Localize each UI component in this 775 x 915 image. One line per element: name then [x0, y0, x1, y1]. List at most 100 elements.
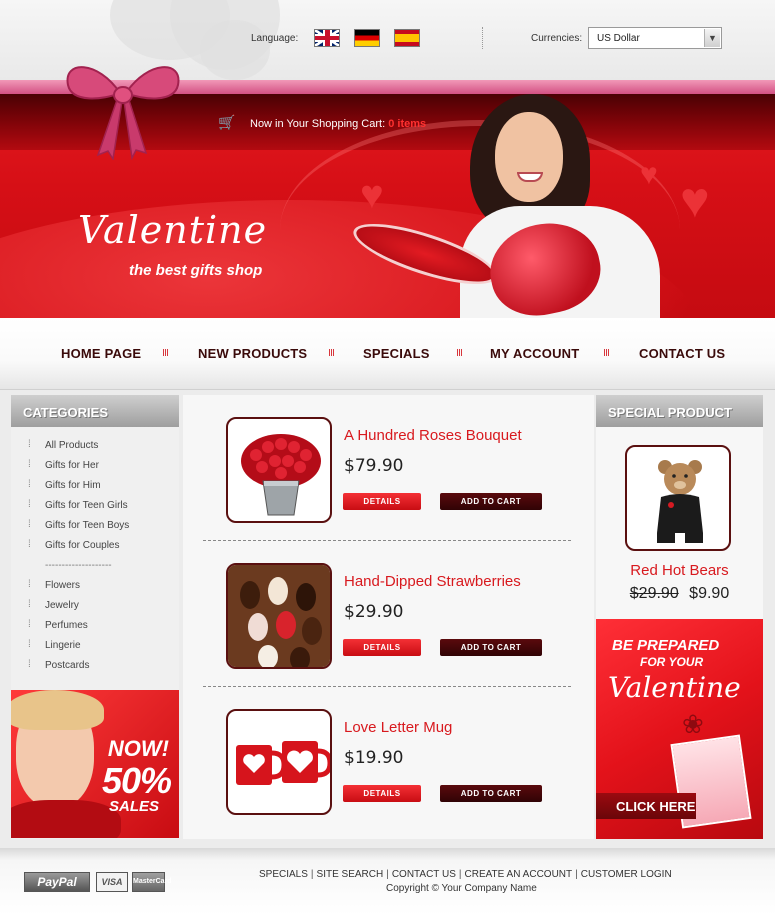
promo-now-text: NOW! [107, 736, 169, 761]
product-price: $79.90 [344, 456, 404, 476]
product-name[interactable]: A Hundred Roses Bouquet [344, 427, 522, 444]
paypal-logo-icon: PayPal [24, 872, 90, 892]
product-image-strawberries[interactable] [226, 563, 332, 669]
sale-promo-banner[interactable]: NOW! 50% SALES [11, 690, 179, 838]
currency-selected-value: US Dollar [597, 33, 640, 44]
product-card: Love Letter Mug $19.90 DETAILS ADD TO CA… [183, 687, 594, 833]
promo-percent-text: 50% [101, 760, 172, 801]
category-item[interactable]: All Products [28, 435, 179, 456]
category-separator: -------------------- [45, 560, 112, 571]
love-mugs-icon [236, 741, 330, 785]
spain-flag-icon[interactable] [394, 29, 420, 47]
nav-my-account[interactable]: MY ACCOUNT [490, 346, 579, 361]
cart-item-count[interactable]: 0 items [388, 118, 426, 130]
footer-pipe: | [386, 869, 389, 880]
valentine-promo-banner[interactable]: BE PREPARED FOR YOUR Valentine ❀ CLICK H… [596, 619, 763, 839]
nav-separator [329, 349, 334, 356]
banner-subtitle: the best gifts shop [129, 262, 263, 279]
woman-with-heart-box-image [347, 94, 660, 318]
ribbon-bow-icon [66, 66, 180, 160]
old-price: $29.90 [629, 585, 679, 602]
special-product-name[interactable]: Red Hot Bears [596, 562, 763, 579]
product-list: A Hundred Roses Bouquet $79.90 DETAILS A… [183, 395, 594, 839]
product-card: A Hundred Roses Bouquet $79.90 DETAILS A… [183, 395, 594, 541]
shopping-cart-icon[interactable]: 🛒 [218, 114, 235, 130]
roses-bouquet-icon [241, 434, 321, 516]
category-item[interactable]: Jewelry [28, 595, 179, 616]
germany-flag-icon[interactable] [354, 29, 380, 47]
currency-select[interactable]: US Dollar ▼ [588, 27, 722, 49]
add-to-cart-button[interactable]: ADD TO CART [440, 493, 542, 510]
footer-link-site-search[interactable]: SITE SEARCH [317, 869, 384, 880]
main-navigation: HOME PAGE NEW PRODUCTS SPECIALS MY ACCOU… [0, 318, 775, 390]
footer-link-create-account[interactable]: CREATE AN ACCOUNT [465, 869, 573, 880]
woman-face [495, 112, 563, 202]
rose-icon: ❀ [682, 709, 704, 739]
add-to-cart-button[interactable]: ADD TO CART [440, 639, 542, 656]
add-to-cart-button[interactable]: ADD TO CART [440, 785, 542, 802]
details-button[interactable]: DETAILS [343, 785, 421, 802]
promo-model-hair [11, 690, 104, 730]
cart-status-label: Now in Your Shopping Cart: [250, 118, 386, 130]
category-item[interactable]: Flowers [28, 575, 179, 596]
promo-sales-text: SALES [108, 798, 159, 815]
footer-link-contact-us[interactable]: CONTACT US [392, 869, 456, 880]
promo-script-title: Valentine [608, 671, 741, 704]
special-product-sidebar: SPECIAL PRODUCT Red Hot Bears $29.90 $9.… [596, 395, 763, 839]
product-image-roses[interactable] [226, 417, 332, 523]
category-item[interactable]: Gifts for Him [28, 475, 179, 496]
visa-logo-icon: VISA [96, 872, 128, 892]
footer-pipe: | [575, 869, 578, 880]
language-label: Language: [251, 33, 299, 44]
product-name[interactable]: Hand-Dipped Strawberries [344, 573, 521, 590]
promo-model-sweater [11, 800, 121, 838]
category-item[interactable]: Gifts for Her [28, 455, 179, 476]
product-image-mug[interactable] [226, 709, 332, 815]
details-button[interactable]: DETAILS [343, 493, 421, 510]
footer-link-customer-login[interactable]: CUSTOMER LOGIN [581, 869, 672, 880]
details-button[interactable]: DETAILS [343, 639, 421, 656]
cart-status[interactable]: Now in Your Shopping Cart: 0 items [250, 118, 426, 130]
footer-pipe: | [458, 869, 462, 880]
category-item[interactable]: Gifts for Teen Girls [28, 495, 179, 516]
mastercard-logo-icon: MasterCard [132, 872, 172, 892]
nav-separator [604, 349, 609, 356]
copyright-text: Copyright © Your Company Name [386, 883, 537, 894]
nav-specials[interactable]: SPECIALS [363, 346, 430, 361]
category-item[interactable]: Postcards [28, 655, 179, 676]
special-product-prices: $29.90 $9.90 [596, 585, 763, 603]
banner-title: Valentine [78, 208, 268, 252]
chevron-down-icon[interactable]: ▼ [704, 29, 720, 47]
heart-icon: ♥ [680, 172, 710, 228]
footer-link-specials[interactable]: SPECIALS [259, 869, 308, 880]
category-item[interactable]: Gifts for Teen Boys [28, 515, 179, 536]
currencies-label: Currencies: [531, 33, 583, 44]
category-item[interactable]: Gifts for Couples [28, 535, 179, 556]
special-product-image[interactable] [625, 445, 731, 551]
special-product-title: SPECIAL PRODUCT [596, 395, 763, 427]
footer: PayPal VISA MasterCard SPECIALS | SITE SEA… [0, 848, 775, 915]
footer-links: SPECIALS | SITE SEARCH | CONTACT US | CREATE A… [259, 869, 672, 880]
decorative-cloud [200, 20, 270, 80]
nav-contact-us[interactable]: CONTACT US [639, 346, 725, 361]
footer-pipe: | [310, 869, 314, 880]
chocolate-strawberries-icon [228, 565, 330, 667]
nav-home-page[interactable]: HOME PAGE [61, 346, 141, 361]
product-price: $19.90 [344, 748, 404, 768]
promo-headline: BE PREPARED [612, 637, 720, 654]
categories-title: CATEGORIES [11, 395, 179, 427]
categories-sidebar: CATEGORIES All Products Gifts for Her Gi… [11, 395, 179, 839]
category-list: All Products Gifts for Her Gifts for Him… [11, 427, 179, 676]
product-price: $29.90 [344, 602, 404, 622]
header-divider [482, 27, 483, 49]
promo-subheadline: FOR YOUR [640, 655, 704, 669]
sale-price: $9.90 [689, 585, 730, 602]
heart-icon: ♥ [360, 173, 384, 217]
product-name[interactable]: Love Letter Mug [344, 719, 452, 736]
nav-new-products[interactable]: NEW PRODUCTS [198, 346, 307, 361]
product-card: Hand-Dipped Strawberries $29.90 DETAILS … [183, 541, 594, 687]
uk-flag-icon[interactable] [314, 29, 340, 47]
click-here-button[interactable]: CLICK HERE [596, 793, 696, 819]
category-item[interactable]: Perfumes [28, 615, 179, 636]
category-item[interactable]: Lingerie [28, 635, 179, 656]
